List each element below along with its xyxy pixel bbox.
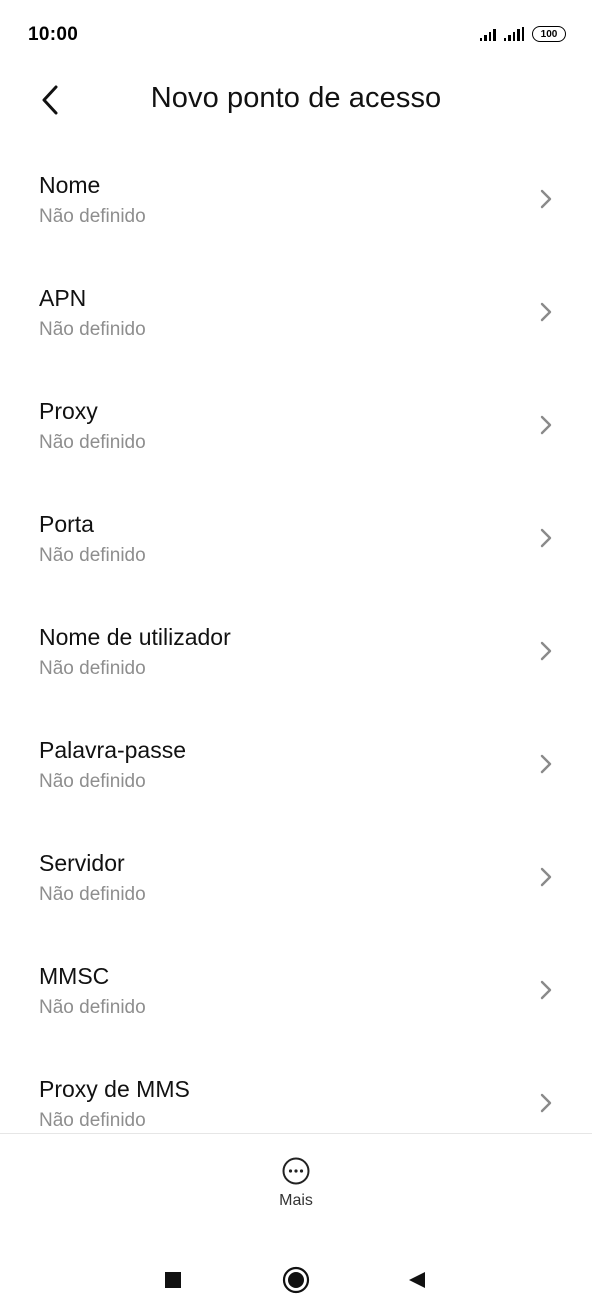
status-icons: 100 [479,26,566,42]
list-item-value: Não definido [39,206,146,227]
signal-icon [503,27,524,41]
list-item-servidor[interactable]: Servidor Não definido [0,820,592,933]
list-item-value: Não definido [39,1110,146,1131]
chevron-right-icon [540,867,552,887]
status-bar: 10:00 100 [0,0,592,72]
list-item-label: Nome [39,172,101,198]
battery-level: 100 [540,28,558,40]
list-item-apn[interactable]: APN Não definido [0,255,592,368]
chevron-right-icon [540,641,552,661]
more-button[interactable]: Mais [246,1152,346,1222]
header: Novo ponto de acesso [0,72,592,132]
status-time: 10:00 [28,24,79,45]
list-item-label: Palavra-passe [39,737,187,763]
list-item-label: APN [39,285,87,311]
chevron-right-icon [540,980,552,1000]
battery-icon: 100 [532,26,566,42]
list-item-value: Não definido [39,771,146,792]
list-item-palavra-passe[interactable]: Palavra-passe Não definido [0,707,592,820]
signal-icon [479,27,496,41]
chevron-right-icon [540,528,552,548]
list-item-value: Não definido [39,884,146,905]
list-item-value: Não definido [39,545,146,566]
list-item-value: Não definido [39,997,146,1018]
list-item-label: Proxy de MMS [39,1076,190,1102]
list-item-mmsc[interactable]: MMSC Não definido [0,933,592,1046]
home-circle-icon [282,1266,310,1294]
back-nav-button[interactable] [387,1244,447,1316]
list-item-proxy[interactable]: Proxy Não definido [0,368,592,481]
chevron-right-icon [540,302,552,322]
recents-button[interactable] [143,1244,203,1316]
chevron-right-icon [540,415,552,435]
list-item-label: Servidor [39,850,125,876]
more-label: Mais [279,1192,313,1209]
system-nav-bar [0,1244,592,1316]
list-item-porta[interactable]: Porta Não definido [0,481,592,594]
back-triangle-icon [409,1272,425,1288]
more-options-icon [282,1157,310,1185]
list-item-value: Não definido [39,658,146,679]
list-item-value: Não definido [39,319,146,340]
chevron-right-icon [540,189,552,209]
footer-divider [0,1133,592,1134]
list-item-label: MMSC [39,963,110,989]
page-title: Novo ponto de acesso [150,82,442,114]
chevron-right-icon [540,754,552,774]
list-item-label: Proxy [39,398,98,424]
list-item-proxy-de-mms[interactable]: Proxy de MMS Não definido [0,1046,592,1134]
recents-square-icon [165,1272,181,1288]
list-item-nome[interactable]: Nome Não definido [0,142,592,255]
chevron-right-icon [540,1093,552,1113]
list-item-label: Nome de utilizador [39,624,231,650]
list-item-nome-de-utilizador[interactable]: Nome de utilizador Não definido [0,594,592,707]
list-item-value: Não definido [39,432,146,453]
home-button[interactable] [266,1244,326,1316]
settings-list: Nome Não definido APN Não definido Proxy… [0,142,592,1134]
list-item-label: Porta [39,511,94,537]
